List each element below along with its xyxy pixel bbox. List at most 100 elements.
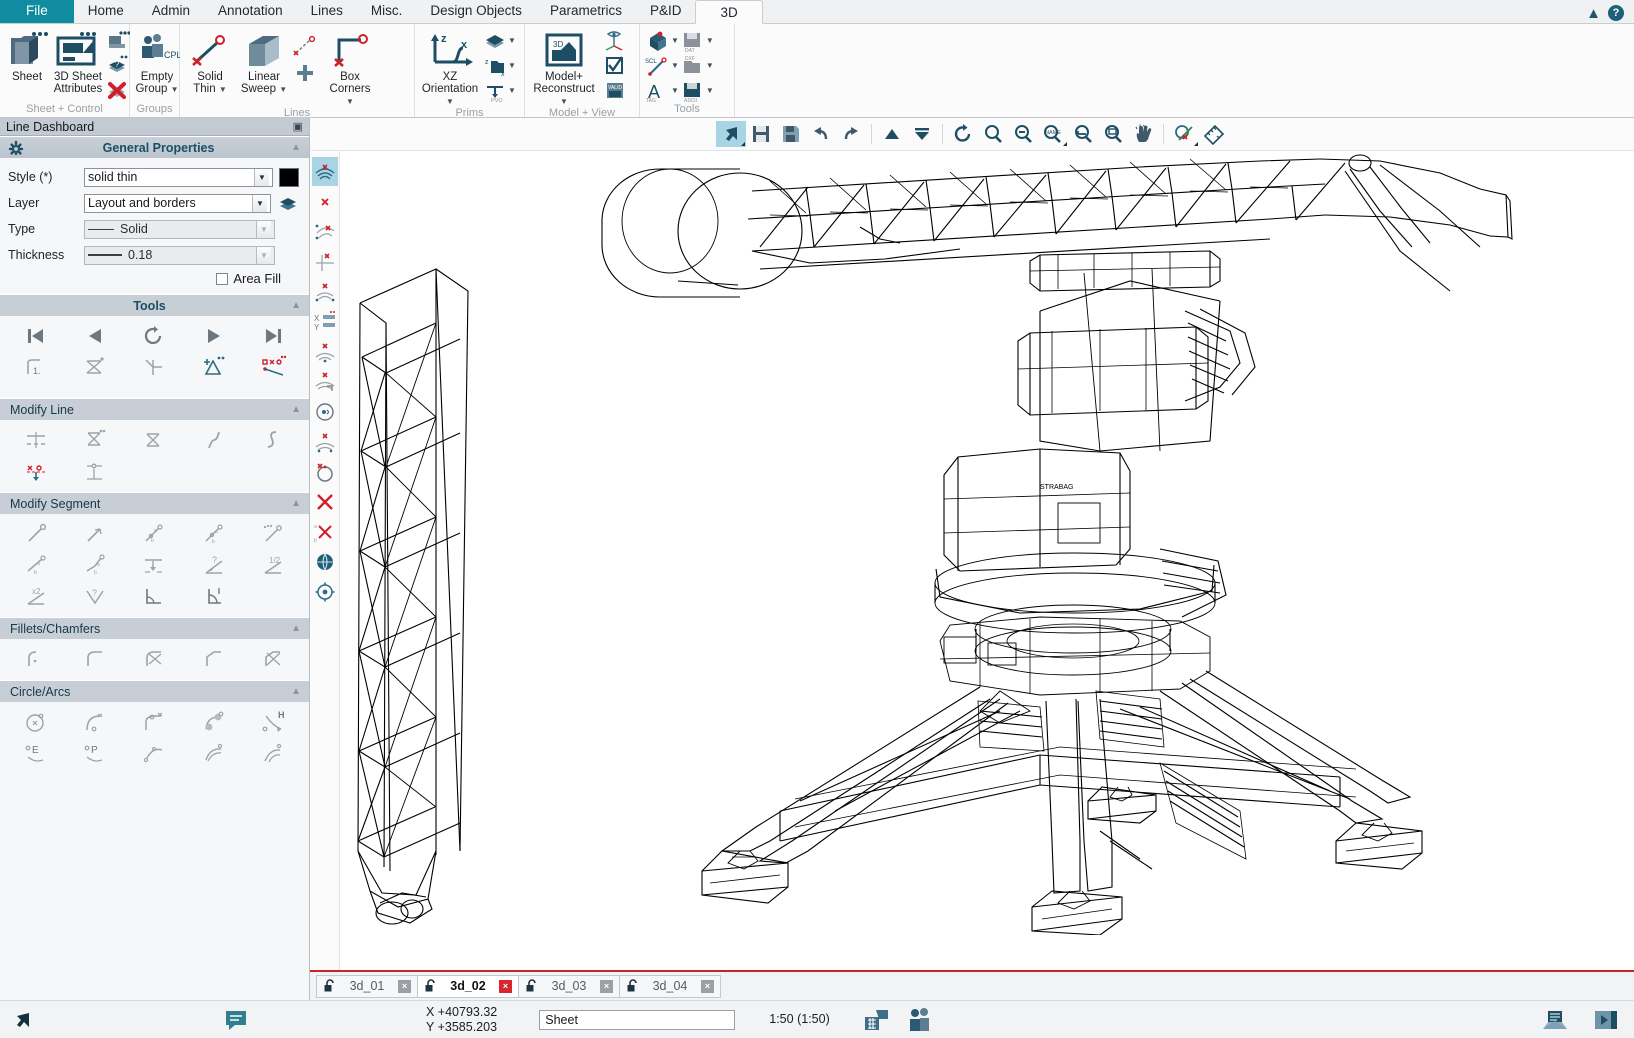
ribbon-tab-parametrics[interactable]: Parametrics — [536, 0, 636, 23]
measure-ruler-icon[interactable] — [1199, 121, 1229, 147]
two-point-line-button[interactable] — [292, 34, 318, 58]
dat-save-button[interactable]: DAT ▼ — [679, 29, 714, 53]
fillet-radius-icon[interactable] — [6, 643, 65, 674]
segment-angle-query-icon[interactable]: ? — [65, 580, 124, 611]
save-icon[interactable] — [746, 121, 776, 147]
chevron-down-icon[interactable]: ▼ — [706, 87, 714, 95]
gear-icon[interactable] — [8, 140, 26, 156]
snap-xy-icon[interactable]: XY — [312, 307, 338, 336]
area-fill-checkbox[interactable] — [216, 273, 228, 285]
sheet-button[interactable]: Sheet — [4, 28, 50, 83]
style-color-swatch[interactable] — [279, 168, 299, 187]
segment-distance-icon[interactable] — [125, 549, 184, 580]
segment-node-a-icon[interactable]: ab — [6, 549, 65, 580]
undo-icon[interactable] — [806, 121, 836, 147]
arc-p-icon[interactable]: P — [65, 737, 124, 768]
points-line-icon[interactable] — [244, 351, 303, 382]
first-step-icon[interactable] — [6, 320, 65, 351]
chevron-down-icon[interactable]: ▼ — [671, 87, 679, 95]
cross-snap-button[interactable] — [292, 59, 318, 83]
add-angle-icon[interactable] — [184, 351, 243, 382]
close-icon[interactable]: × — [398, 980, 411, 993]
next-step-icon[interactable] — [184, 320, 243, 351]
branch-line-icon[interactable] — [125, 351, 184, 382]
unlock-icon[interactable] — [626, 979, 639, 993]
chevron-down-icon[interactable]: ▼ — [671, 62, 679, 70]
mode-field[interactable]: Sheet — [539, 1010, 735, 1030]
axis-eye-button[interactable] — [601, 29, 627, 53]
grid-snap-icon[interactable] — [862, 1007, 892, 1033]
chevron-down-icon[interactable]: ▼ — [254, 169, 269, 186]
type-input[interactable]: Solid ▼ — [84, 220, 275, 239]
sheet-tab-3d_02[interactable]: 3d_02 × — [417, 975, 518, 998]
arc-center-icon[interactable] — [65, 706, 124, 737]
chevron-up-icon[interactable]: ▲ — [291, 623, 301, 634]
section-header-fillets-chamfers[interactable]: Fillets/Chamfers ▲ — [0, 617, 309, 639]
cube-red-point-button[interactable]: ▼ — [644, 29, 679, 53]
redo-icon[interactable] — [836, 121, 866, 147]
close-icon[interactable]: × — [701, 980, 714, 993]
ribbon-tab-design-objects[interactable]: Design Objects — [416, 0, 536, 23]
align-line-icon[interactable] — [65, 455, 124, 486]
layers-icon[interactable] — [277, 193, 299, 213]
ribbon-tab-pid[interactable]: P&ID — [636, 0, 696, 23]
ribbon-tab-misc[interactable]: Misc. — [357, 0, 417, 23]
fillet-trim-icon[interactable] — [125, 643, 184, 674]
segment-dots-icon[interactable] — [244, 518, 303, 549]
sheet-tab-3d_04[interactable]: 3d_04 × — [619, 975, 721, 998]
chamfer-icon[interactable] — [184, 643, 243, 674]
snap-tangent-icon[interactable] — [312, 367, 338, 396]
zoom-name-icon[interactable]: NAME — [1038, 121, 1068, 147]
mirror-points-icon[interactable] — [6, 455, 65, 486]
refresh-view-icon[interactable] — [948, 121, 978, 147]
ribbon-tab-file[interactable]: File — [0, 0, 74, 23]
chevron-up-icon[interactable]: ▲ — [291, 142, 301, 153]
snap-apparent-icon[interactable]: ab — [312, 517, 338, 546]
undock-icon[interactable]: ▣ — [293, 120, 303, 133]
chevron-up-icon[interactable]: ▲ — [1586, 6, 1601, 21]
snap-center-icon[interactable] — [312, 397, 338, 426]
surface-prim-button[interactable]: ▼ — [483, 29, 516, 53]
snap-quadrant-icon[interactable] — [312, 427, 338, 456]
save-as-icon[interactable] — [776, 121, 806, 147]
mail-icon[interactable] — [1540, 1007, 1570, 1033]
segment-ab2-icon[interactable]: ab — [184, 518, 243, 549]
segment-arc-corner-icon[interactable] — [184, 580, 243, 611]
section-header-general-properties[interactable]: General Properties ▲ — [0, 136, 309, 158]
snap-multi-icon[interactable] — [312, 217, 338, 246]
segment-query-icon[interactable]: ? — [184, 549, 243, 580]
folder-z-prim-button[interactable]: z x ▼ — [483, 54, 516, 78]
model-reconstruct-button[interactable]: 3D Model+Reconstruct ▼ — [529, 28, 599, 107]
zoom-all-icon[interactable] — [1098, 121, 1128, 147]
line-cross-edit-icon[interactable] — [65, 351, 124, 382]
spline-icon[interactable] — [184, 424, 243, 455]
circle-center-icon[interactable] — [6, 706, 65, 737]
ribbon-tab-3d[interactable]: 3D — [695, 0, 762, 24]
last-step-icon[interactable] — [244, 320, 303, 351]
arc-concentric-icon[interactable] — [184, 737, 243, 768]
cursor-arrow-icon[interactable] — [0, 1009, 46, 1031]
solid-thin-button[interactable]: SolidThin ▼ — [184, 28, 236, 95]
circle-tangent-icon[interactable] — [184, 706, 243, 737]
collapse-panel-icon[interactable] — [1592, 1007, 1620, 1033]
chevron-down-icon[interactable]: ▼ — [508, 87, 516, 95]
layer-help-button[interactable]: ? — [106, 54, 130, 78]
chevron-down-icon[interactable]: ▼ — [256, 221, 271, 238]
tag-text-button[interactable]: A TAG ▼ — [644, 79, 679, 103]
xz-orientation-button[interactable]: z x XZOrientation ▼ — [419, 28, 481, 107]
message-icon[interactable] — [46, 1008, 426, 1032]
chevron-up-icon[interactable]: ▲ — [291, 404, 301, 415]
arc-e-icon[interactable]: E — [6, 737, 65, 768]
snap-global-icon[interactable] — [312, 547, 338, 576]
users-icon[interactable] — [906, 1007, 934, 1033]
scale-indicator[interactable]: 1:50 (1:50) — [769, 1012, 829, 1027]
style-input[interactable]: solid thin ▼ — [84, 168, 273, 187]
arc-three-point-icon[interactable] — [125, 737, 184, 768]
arc-fit-icon[interactable] — [244, 737, 303, 768]
box-corners-button[interactable]: BoxCorners ▼ — [324, 28, 376, 107]
chevron-down-icon[interactable]: ▼ — [508, 62, 516, 70]
snap-settings-icon[interactable] — [312, 577, 338, 606]
help-icon[interactable]: ? — [1608, 5, 1624, 21]
segment-arrow-icon[interactable] — [65, 518, 124, 549]
chevron-up-icon[interactable]: ▲ — [291, 686, 301, 697]
